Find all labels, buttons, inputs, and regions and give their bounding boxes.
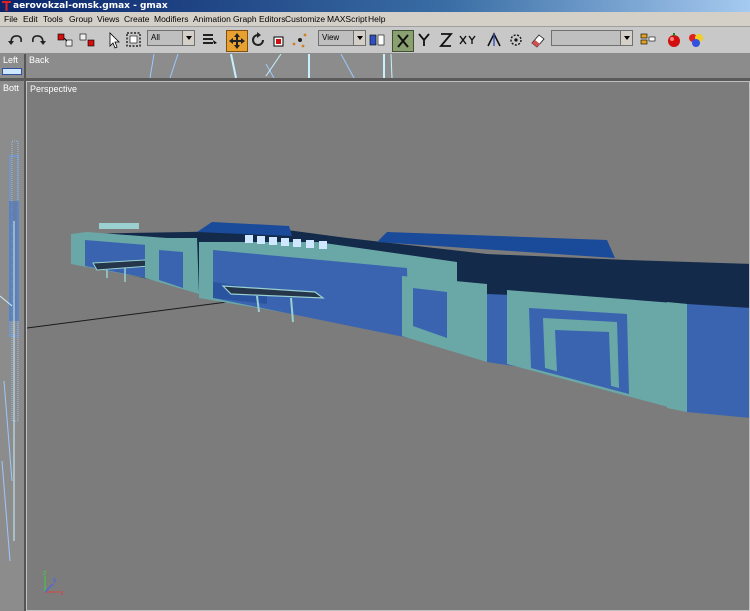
spinner-snap-icon[interactable] xyxy=(506,30,526,50)
left-viewport-label[interactable]: Left xyxy=(3,55,18,65)
restrict-y-icon[interactable] xyxy=(414,30,434,50)
selection-filter-value: All xyxy=(151,33,160,42)
chevron-down-icon xyxy=(620,31,632,45)
snap-icon[interactable] xyxy=(484,30,504,50)
perspective-scene: z x y xyxy=(27,222,749,597)
grid-line xyxy=(27,301,228,329)
reference-coord-dropdown[interactable]: View xyxy=(318,30,366,46)
menu-tools[interactable]: Tools xyxy=(43,12,63,26)
scale-icon[interactable] xyxy=(270,30,290,50)
svg-text:z: z xyxy=(43,570,47,577)
material-editor-icon[interactable] xyxy=(686,30,706,50)
unlink-icon[interactable] xyxy=(78,30,98,50)
select-arrow-icon[interactable] xyxy=(104,30,124,50)
axis-gizmo-icon: z x y xyxy=(43,570,64,597)
svg-text:y: y xyxy=(53,577,57,584)
menu-group[interactable]: Group xyxy=(69,12,93,26)
named-selection-dropdown[interactable] xyxy=(551,30,633,46)
menu-create[interactable]: Create xyxy=(124,12,150,26)
pivot-icon[interactable] xyxy=(290,30,310,50)
menu-maxscript[interactable]: MAXScript xyxy=(327,12,367,26)
bottom-viewport-wireframe xyxy=(0,140,19,562)
mirror-icon[interactable] xyxy=(367,30,387,50)
menu-file[interactable]: File xyxy=(4,12,18,26)
move-icon[interactable] xyxy=(226,30,248,52)
gmax-app-icon xyxy=(2,1,11,11)
menu-customize[interactable]: Customize xyxy=(285,12,325,26)
bottom-viewport[interactable]: Bott xyxy=(0,81,26,611)
link-icon[interactable] xyxy=(56,30,76,50)
eraser-icon[interactable] xyxy=(528,30,548,50)
viewport-object-preview xyxy=(2,68,22,75)
render-icon[interactable] xyxy=(664,30,684,50)
layer-icon[interactable] xyxy=(638,30,658,50)
menu-modifiers[interactable]: Modifiers xyxy=(154,12,188,26)
back-viewport-wireframe xyxy=(149,54,393,78)
main-toolbar: All View xyxy=(0,27,750,54)
redo-icon[interactable] xyxy=(28,30,48,50)
perspective-viewport[interactable]: Perspective z x y xyxy=(26,81,750,611)
chevron-down-icon xyxy=(182,31,194,45)
restrict-z-icon[interactable] xyxy=(436,30,456,50)
menu-help[interactable]: Help xyxy=(368,12,385,26)
reference-coord-value: View xyxy=(322,33,340,42)
chevron-down-icon xyxy=(353,31,365,45)
svg-text:x: x xyxy=(60,590,64,597)
title-bar: aerovokzal-omsk.gmax - gmax xyxy=(0,0,750,12)
restrict-x-icon[interactable] xyxy=(392,30,414,52)
menu-views[interactable]: Views xyxy=(97,12,120,26)
window-title: aerovokzal-omsk.gmax - gmax xyxy=(13,1,168,11)
restrict-xy-icon[interactable] xyxy=(458,30,478,50)
back-viewport[interactable]: Back xyxy=(26,54,750,78)
menu-graph-editors[interactable]: Graph Editors xyxy=(233,12,285,26)
menu-edit[interactable]: Edit xyxy=(23,12,38,26)
left-viewport[interactable]: Left xyxy=(0,54,26,78)
select-by-name-icon[interactable] xyxy=(200,30,220,50)
region-select-icon[interactable] xyxy=(124,30,144,50)
menu-bar: File Edit Tools Group Views Create Modif… xyxy=(0,12,750,27)
rotate-icon[interactable] xyxy=(248,30,268,50)
menu-animation[interactable]: Animation xyxy=(193,12,231,26)
undo-icon[interactable] xyxy=(6,30,26,50)
selection-filter-dropdown[interactable]: All xyxy=(147,30,195,46)
